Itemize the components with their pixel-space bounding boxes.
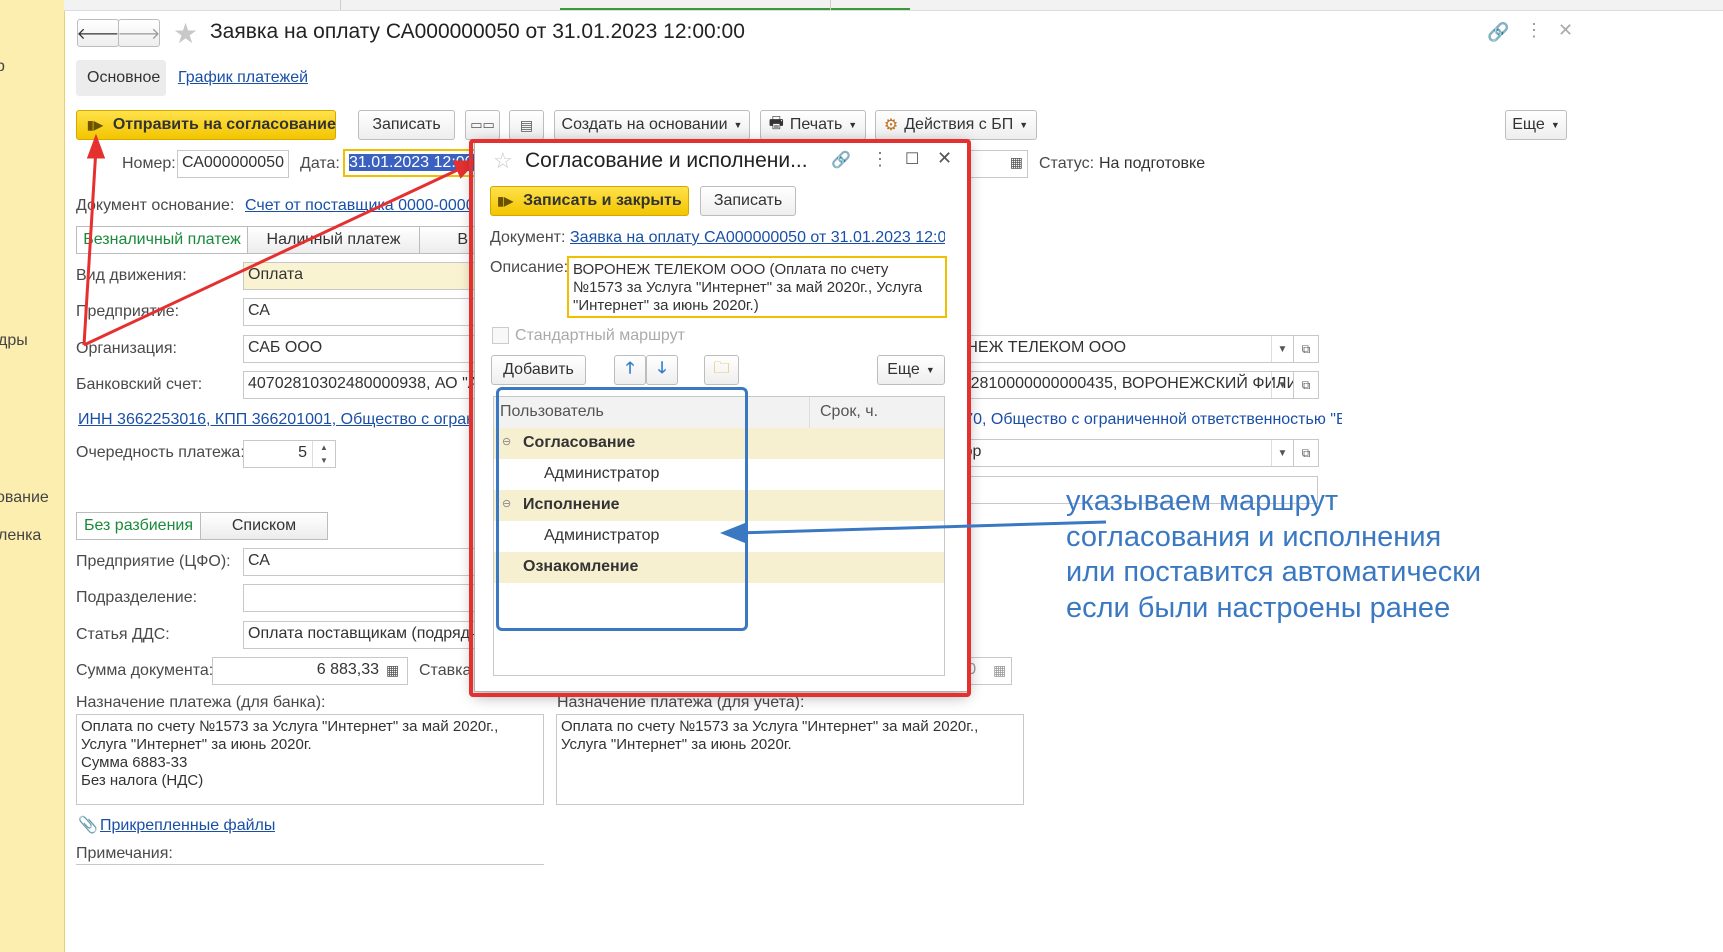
annotation-text: указываем маршрут согласования и исполне… — [1066, 485, 1482, 624]
blue-arrow — [720, 520, 1107, 543]
